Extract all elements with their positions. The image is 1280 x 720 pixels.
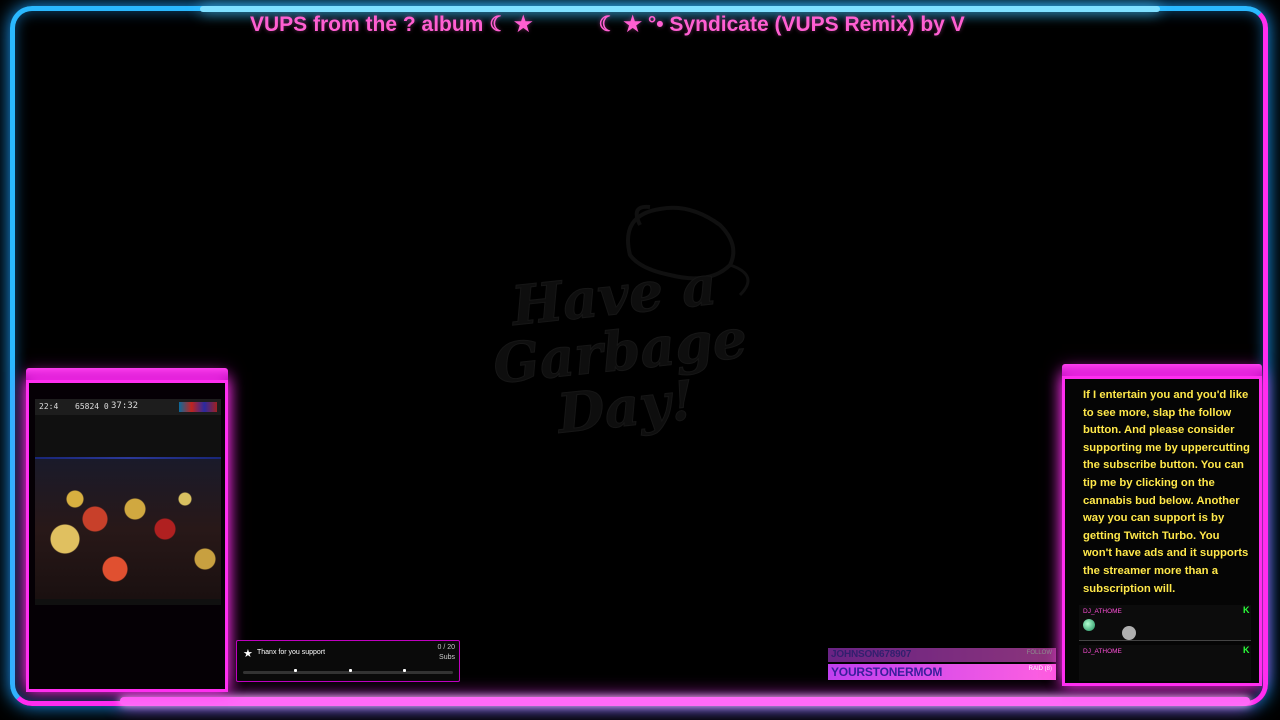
recent-follow-tag: FOLLOW (1026, 650, 1052, 656)
game-stage (35, 459, 221, 599)
game-hud: 22:4 65824 0 37:32 (35, 399, 221, 415)
chat-panel: If I entertain you and you'd like to see… (1062, 376, 1262, 686)
progress-marker (294, 669, 297, 672)
chat-divider (1079, 640, 1251, 641)
progress-marker (403, 669, 406, 672)
hud-level: 22:4 (39, 402, 59, 411)
logo-text: Have a Garbage Day! (442, 250, 798, 453)
sub-goal-widget: ★ Thanx for you support 0 / 20 Subs (236, 640, 460, 682)
game-capture-panel: 22:4 65824 0 37:32 (26, 380, 228, 692)
recent-raid: YOURSTONERMOM RAID (8) (828, 664, 1056, 680)
game-timer: 37:32 (111, 401, 139, 411)
chat-username: DJ_ATHOME (1083, 648, 1122, 655)
badge-icon: K (1243, 605, 1250, 615)
sub-goal-progress-bar (243, 671, 453, 674)
frame-bottom-glow (120, 697, 1250, 705)
sub-goal-title: Thanx for you support (257, 649, 326, 656)
chat-entry: DJ_ATHOME K (1079, 645, 1251, 681)
recent-follow: JOHNSON678907 FOLLOW (828, 648, 1056, 662)
hud-stats: 65824 0 (75, 402, 109, 411)
game-capture: 22:4 65824 0 37:32 (35, 399, 221, 605)
badge-icon: K (1243, 645, 1250, 655)
chat-message-text: If I entertain you and you'd like to see… (1083, 389, 1250, 595)
sub-goal-unit: Subs (439, 654, 455, 661)
cursor-icon (1122, 626, 1136, 640)
background-logo: Have a Garbage Day! (440, 195, 800, 525)
hud-item-icons (179, 402, 217, 412)
progress-marker (349, 669, 352, 672)
chat-entry: DJ_ATHOME K (1079, 605, 1251, 641)
chat-username: DJ_ATHOME (1083, 608, 1122, 615)
recent-follow-name: JOHNSON678907 (831, 649, 912, 660)
ticker-segment-1: VUPS from the ? album ☾ ★ (250, 13, 533, 36)
recent-raid-tag: RAID (8) (1028, 666, 1052, 672)
ticker-segment-2: ☾ ★ °• Syndicate (VUPS Remix) by V (598, 13, 965, 36)
recent-events: JOHNSON678907 FOLLOW YOURSTONERMOM RAID … (828, 648, 1056, 682)
emote-icon (1083, 619, 1095, 631)
sub-goal-count: 0 / 20 (437, 644, 455, 651)
recent-raid-name: YOURSTONERMOM (831, 665, 943, 679)
star-icon: ★ (243, 648, 253, 660)
now-playing-ticker: VUPS from the ? album ☾ ★ ☾ ★ °• Syndica… (250, 12, 1110, 40)
